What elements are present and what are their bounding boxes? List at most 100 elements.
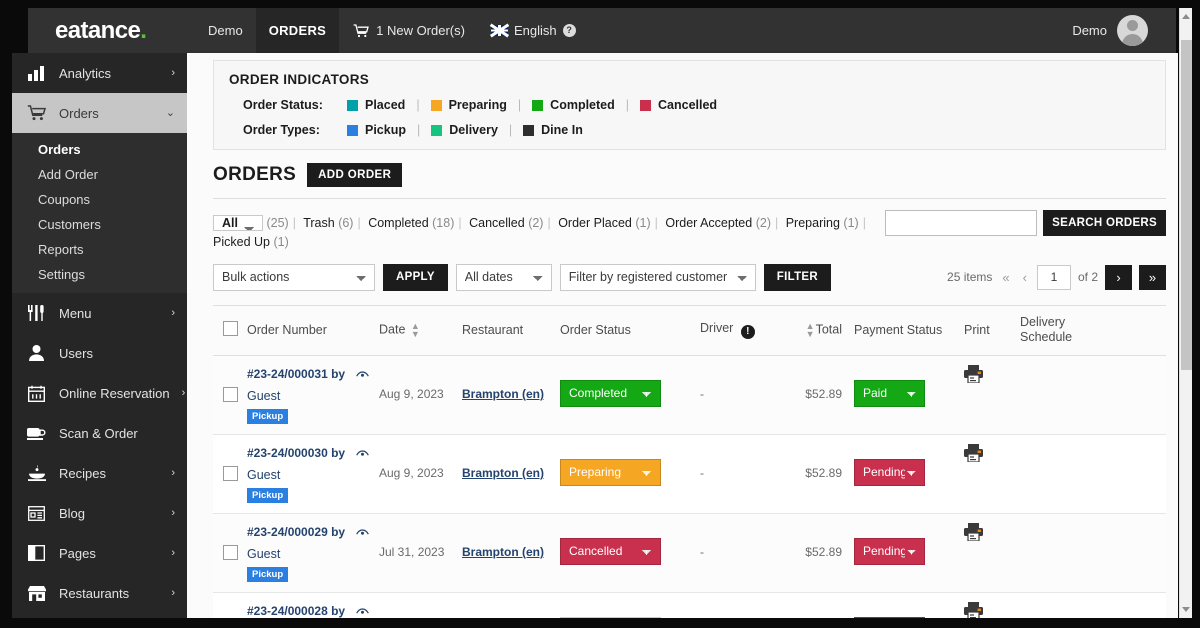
th-total-label: Total [815, 322, 842, 337]
th-order-status[interactable]: Order Status [560, 323, 700, 337]
tab-cancelled[interactable]: Cancelled [469, 216, 525, 230]
page-scrollbar[interactable] [1179, 8, 1192, 618]
row-checkbox[interactable] [223, 465, 238, 481]
tab-order-accepted[interactable]: Order Accepted [665, 216, 752, 230]
help-icon[interactable]: ? [562, 24, 576, 37]
first-page-button[interactable]: « [999, 270, 1012, 285]
submenu-item-add-order[interactable]: Add Order [12, 162, 187, 187]
th-total[interactable]: ▲ ▼Total [780, 322, 842, 339]
restaurant-link[interactable]: Brampton (en) [462, 523, 560, 559]
sidebar-item-orders[interactable]: Orders ⌄ [12, 93, 187, 133]
sort-icon[interactable]: ▲ ▼ [411, 322, 420, 339]
customer-filter-select[interactable]: Filter by registered customer [559, 263, 756, 291]
next-page-button[interactable]: › [1105, 264, 1132, 290]
sidebar-item-blog[interactable]: Blog › [12, 493, 187, 533]
apply-button[interactable]: APPLY [383, 263, 448, 291]
sidebar-item-restaurants[interactable]: Restaurants › [12, 573, 187, 613]
table-row[interactable]: #23-24/000030 by Guest Pickup Aug 9, 202… [213, 434, 1166, 514]
table-row[interactable]: #23-24/000029 by Guest Pickup Jul 31, 20… [213, 513, 1166, 593]
th-date[interactable]: Date ▲ ▼ [379, 322, 462, 339]
customer-name[interactable]: Guest [247, 547, 379, 561]
printer-icon[interactable] [964, 443, 983, 466]
eye-icon[interactable] [355, 366, 369, 384]
last-page-button[interactable]: » [1139, 264, 1166, 290]
submenu-item-orders[interactable]: Orders [12, 137, 187, 162]
printer-icon[interactable] [964, 522, 983, 545]
brand-logo[interactable]: eatance. [28, 17, 195, 45]
submenu-item-coupons[interactable]: Coupons [12, 187, 187, 212]
restaurant-link[interactable]: Brampton (en) [462, 365, 560, 401]
tab-all[interactable]: All [213, 215, 263, 231]
payment-status-select[interactable]: Paid [854, 379, 925, 407]
sidebar-item-online-reservation[interactable]: Online Reservation › [12, 373, 187, 413]
sidebar-item-analytics[interactable]: Analytics › [12, 53, 187, 93]
bulk-actions-select[interactable]: Bulk actions [213, 263, 375, 291]
prev-page-button[interactable]: ‹ [1020, 270, 1030, 285]
filter-button[interactable]: FILTER [763, 263, 831, 291]
exclamation-icon[interactable]: ! [740, 325, 755, 340]
eye-icon[interactable] [355, 524, 369, 542]
sort-icon[interactable]: ▲ ▼ [806, 322, 815, 339]
add-order-button[interactable]: ADD ORDER [307, 163, 403, 187]
date-filter-select[interactable]: All dates [455, 263, 552, 291]
cell-total: $52.89 [805, 386, 842, 401]
tab-trash[interactable]: Trash [303, 216, 335, 230]
printer-icon[interactable] [964, 601, 983, 618]
sidebar-item-pages[interactable]: Pages › [12, 533, 187, 573]
th-payment-status[interactable]: Payment Status [842, 323, 950, 337]
sidebar-item-delivery-zone-manager[interactable]: Delivery Zone Manager › [12, 613, 187, 618]
order-number-line: #23-24/000030 by [247, 444, 379, 463]
tab-completed[interactable]: Completed [368, 216, 428, 230]
language-switcher[interactable]: English ? [478, 8, 589, 53]
table-row[interactable]: #23-24/000028 by Guest 44 Jul [213, 592, 1166, 618]
scroll-down-arrow-icon[interactable] [1182, 607, 1190, 612]
tab-preparing[interactable]: Preparing [786, 216, 840, 230]
eye-icon[interactable] [355, 603, 369, 618]
customer-name[interactable]: Guest [247, 468, 379, 482]
select-all-checkbox[interactable] [223, 321, 238, 337]
avatar[interactable] [1117, 15, 1148, 46]
tab-order-placed[interactable]: Order Placed [558, 216, 632, 230]
payment-status-select[interactable]: Pending [854, 616, 925, 618]
order-status-select[interactable]: Cancelled [560, 537, 661, 565]
order-status-select[interactable]: Order Accepted [560, 616, 661, 618]
table-row[interactable]: #23-24/000031 by Guest Pickup Aug 9, 202… [213, 355, 1166, 435]
topnav-orders[interactable]: ORDERS [255, 8, 340, 53]
sidebar-item-recipes[interactable]: Recipes › [12, 453, 187, 493]
payment-status-select[interactable]: Pending [854, 458, 925, 486]
restaurant-link[interactable]: Brampton (en) [462, 444, 560, 480]
printer-icon[interactable] [964, 364, 983, 387]
order-number-link[interactable]: #23-24/000029 by [247, 525, 345, 539]
order-number-link[interactable]: #23-24/000031 by [247, 367, 345, 381]
th-driver[interactable]: Driver ! [700, 321, 780, 340]
brand-logo-dot: . [140, 16, 147, 44]
sidebar-item-scan-and-order[interactable]: Scan & Order [12, 413, 187, 453]
sidebar-item-users[interactable]: Users [12, 333, 187, 373]
restaurant-link[interactable]: Brampton (en) [462, 602, 560, 618]
topnav-demo[interactable]: Demo [195, 8, 256, 53]
th-order-number[interactable]: Order Number [247, 323, 379, 337]
row-checkbox[interactable] [223, 544, 238, 560]
th-restaurant[interactable]: Restaurant [462, 323, 560, 337]
submenu-item-customers[interactable]: Customers [12, 212, 187, 237]
order-status-select[interactable]: Completed [560, 379, 661, 407]
customer-name[interactable]: Guest [247, 389, 379, 403]
order-number-link[interactable]: #23-24/000028 by [247, 604, 345, 618]
order-number-link[interactable]: #23-24/000030 by [247, 446, 345, 460]
payment-status-select[interactable]: Pending [854, 537, 925, 565]
scroll-up-arrow-icon[interactable] [1182, 14, 1190, 19]
tab-count: (2) [528, 216, 544, 230]
page-number-input[interactable] [1036, 264, 1071, 290]
order-status-select[interactable]: Preparing [560, 458, 661, 486]
search-orders-button[interactable]: SEARCH ORDERS [1043, 210, 1166, 236]
sidebar-item-menu[interactable]: Menu › [12, 293, 187, 333]
submenu-item-reports[interactable]: Reports [12, 237, 187, 262]
tab-picked-up[interactable]: Picked Up [213, 235, 270, 249]
scrollbar-thumb[interactable] [1181, 40, 1192, 370]
search-input[interactable] [885, 210, 1038, 236]
eye-icon[interactable] [355, 445, 369, 463]
new-orders-link[interactable]: 1 New Order(s) [339, 8, 478, 53]
th-print: Print [964, 323, 990, 338]
row-checkbox[interactable] [223, 386, 238, 402]
submenu-item-settings[interactable]: Settings [12, 262, 187, 287]
